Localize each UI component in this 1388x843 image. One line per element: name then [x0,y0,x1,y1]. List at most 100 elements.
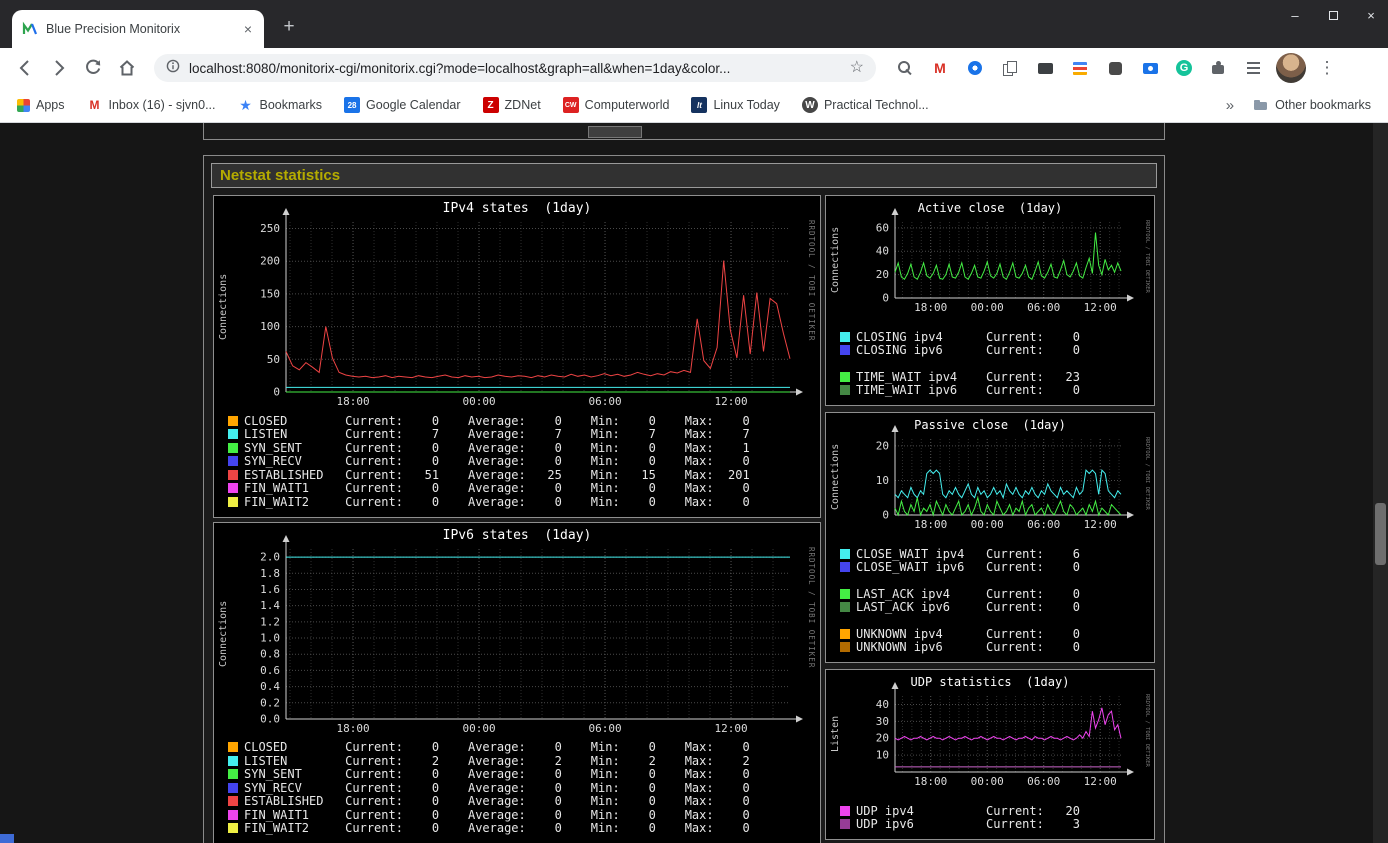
svg-text:00:00: 00:00 [462,395,495,408]
browser-menu-button[interactable]: ⋮ [1317,58,1337,78]
legend-row: FIN_WAIT1 Current: 0 Average: 0 Min: 0 M… [228,481,812,495]
legend-color-swatch [840,385,850,396]
badge-extension-icon[interactable] [1106,59,1124,77]
svg-text:250: 250 [260,222,280,235]
legend-text: LISTEN Current: 7 Average: 7 Min: 7 Max:… [244,427,750,442]
back-button[interactable] [8,51,42,85]
zdnet-icon: Z [482,97,499,113]
svg-text:00:00: 00:00 [971,518,1004,531]
svg-text:18:00: 18:00 [336,722,369,735]
chart-legend: CLOSED Current: 0 Average: 0 Min: 0 Max:… [228,414,812,509]
apps-grid-icon [17,98,30,112]
chart-ylabel: Connections [218,600,229,667]
legend-row: FIN_WAIT1 Current: 0 Average: 0 Min: 0 M… [228,808,812,822]
legend-color-swatch [228,415,238,426]
svg-text:40: 40 [876,245,889,258]
legend-text: CLOSE_WAIT ipv6 Current: 0 [856,560,1080,575]
svg-text:0: 0 [882,509,889,522]
legend-row: CLOSED Current: 0 Average: 0 Min: 0 Max:… [228,414,812,428]
svg-text:0.0: 0.0 [260,712,280,725]
forward-button[interactable] [42,51,76,85]
bookmarks-overflow-chevron[interactable]: » [1214,97,1246,114]
reading-list-extension-icon[interactable] [1244,59,1262,77]
svg-text:12:00: 12:00 [1084,518,1117,531]
chart-plot[interactable]: 18:00 00:00 06:00 12:00 0.0 0.2 0.4 0.6 0.8 1.0 1.… [214,523,820,735]
gmail-extension-icon[interactable]: M [931,59,949,77]
legend-text: SYN_SENT Current: 0 Average: 0 Min: 0 Ma… [244,767,750,782]
bookmark-item[interactable]: ★ Bookmarks [231,94,330,116]
legend-row: FIN_WAIT2 Current: 0 Average: 0 Min: 0 M… [228,821,812,836]
bookmark-item[interactable]: Apps [10,95,72,115]
stack-extension-icon[interactable] [1071,59,1089,77]
chart-svg: 18:00 00:00 06:00 12:00 0 50 100 150 200 250 [260,208,803,408]
linuxtoday-icon: lt [691,97,708,113]
other-bookmarks-button[interactable]: Other bookmarks [1246,94,1378,116]
search-extension-icon[interactable] [896,59,914,77]
other-bookmarks-label: Other bookmarks [1275,98,1371,112]
close-button[interactable]: × [1364,8,1378,23]
grammarly-extension-icon[interactable]: G [1176,60,1192,76]
legend-row: ESTABLISHED Current: 0 Average: 0 Min: 0… [228,794,812,809]
reload-button[interactable] [76,51,110,85]
section-title: Netstat statistics [220,167,341,184]
page-info-icon[interactable] [166,59,180,78]
svg-text:12:00: 12:00 [1084,775,1117,788]
legend-row: CLOSE_WAIT ipv6 Current: 0 [840,560,1146,575]
tab-strip: Blue Precision Monitorix × + – × [0,0,1388,48]
chart-plot[interactable]: 18:00 00:00 06:00 12:00 0 50 100 150 200 250 [214,196,820,408]
copy-extension-icon[interactable] [1001,59,1019,77]
legend-text: UDP ipv6 Current: 3 [856,817,1080,832]
minimize-button[interactable]: – [1288,8,1302,23]
keyboard-extension-icon[interactable] [1036,59,1054,77]
extensions-puzzle-extension-icon[interactable] [1209,59,1227,77]
legend-color-swatch [840,331,850,342]
bookmarks-items: Apps M Inbox (16) - sjvn0... ★ Bookmarks 28 Go… [10,94,936,116]
svg-text:40: 40 [876,698,889,711]
chart-ylabel: Listen [830,715,841,753]
scrollbar-thumb[interactable] [1375,503,1386,565]
legend-row: CLOSING ipv4 Current: 0 [840,330,1146,344]
legend-row: CLOSE_WAIT ipv4 Current: 6 [840,547,1146,561]
legend-text: ESTABLISHED Current: 0 Average: 0 Min: 0… [244,794,750,809]
scrollbar-track[interactable] [1373,123,1388,843]
svg-text:12:00: 12:00 [1084,301,1117,314]
bookmark-label: Inbox (16) - sjvn0... [108,98,216,112]
legend-row: LAST_ACK ipv4 Current: 0 [840,587,1146,601]
svg-text:60: 60 [876,221,889,234]
svg-text:1.2: 1.2 [260,615,280,628]
maximize-button[interactable] [1326,8,1340,23]
svg-text:1.4: 1.4 [260,599,280,612]
gmail-icon: M [89,98,100,112]
legend-color-swatch [840,819,850,830]
svg-text:10: 10 [876,749,889,762]
profile-avatar[interactable] [1276,53,1306,83]
legend-color-swatch [228,796,238,807]
chart-title: IPv6 states (1day) [442,527,592,543]
svg-text:12:00: 12:00 [714,722,747,735]
browser-tab[interactable]: Blue Precision Monitorix × [12,10,264,48]
legend-row: LAST_ACK ipv6 Current: 0 [840,600,1146,614]
blue-dot-extension-icon[interactable] [966,59,984,77]
svg-text:18:00: 18:00 [336,395,369,408]
legend-text: FIN_WAIT2 Current: 0 Average: 0 Min: 0 M… [244,821,750,836]
bookmark-star-icon[interactable]: ☆ [850,60,864,76]
home-button[interactable] [110,51,144,85]
chart-legend: CLOSE_WAIT ipv4 Current: 6 CLOSE_WAIT ipv… [840,547,1146,654]
bookmark-item[interactable]: lt Linux Today [684,94,787,116]
svg-text:20: 20 [876,732,889,745]
new-tab-button[interactable]: + [276,14,302,40]
chart-area: 18:00 00:00 06:00 12:00 10 20 30 40 UDP statist… [826,670,1154,788]
ipv4-states-chart-panel: 18:00 00:00 06:00 12:00 0 50 100 150 200 250 IPv4… [213,195,821,518]
svg-text:1.0: 1.0 [260,631,280,644]
address-bar[interactable]: localhost:8080/monitorix-cgi/monitorix.c… [154,54,876,82]
bookmark-item[interactable]: 28 Google Calendar [337,94,468,116]
rrdtool-watermark: RRDTOOL / TOBI OETIKER [1144,694,1150,767]
bookmark-item[interactable]: CW Computerworld [556,94,677,116]
tab-close-button[interactable]: × [242,21,254,37]
bookmark-item[interactable]: M Inbox (16) - sjvn0... [80,94,223,116]
svg-text:1.8: 1.8 [260,566,280,579]
svg-text:0.2: 0.2 [260,696,280,709]
bookmark-item[interactable]: W Practical Technol... [795,94,936,116]
camera-extension-icon[interactable] [1141,59,1159,77]
bookmark-item[interactable]: Z ZDNet [476,94,548,116]
